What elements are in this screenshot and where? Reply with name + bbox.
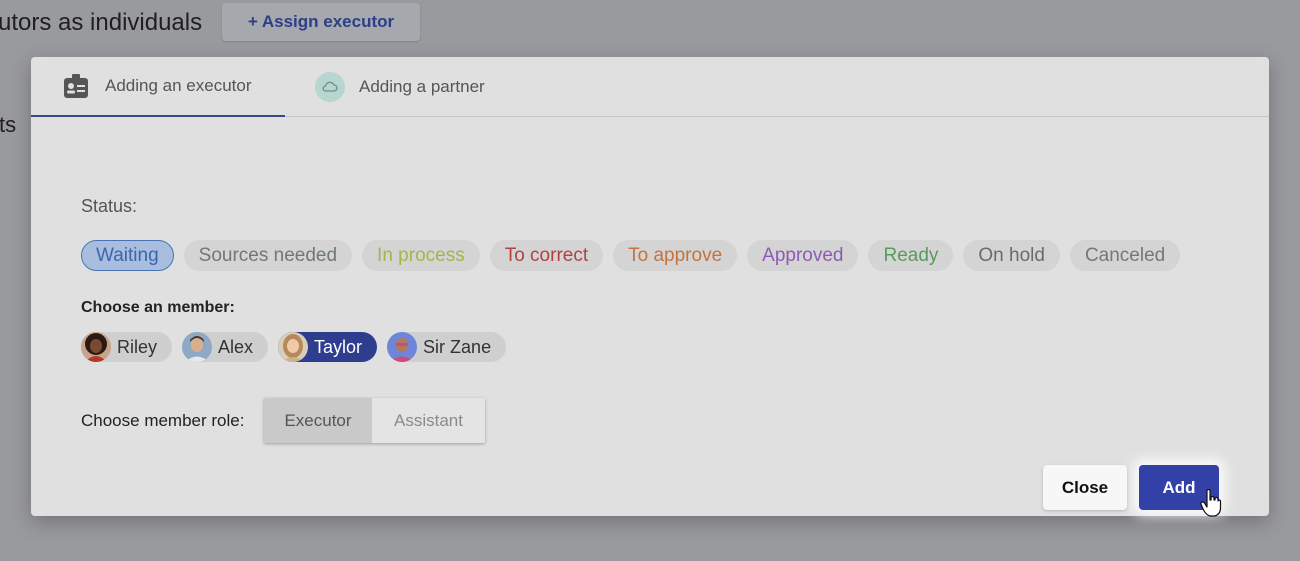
status-chip-on-hold[interactable]: On hold	[963, 240, 1060, 271]
member-chip-group: Riley Alex Taylor Sir Zane	[81, 332, 507, 362]
status-chip-in-process[interactable]: In process	[362, 240, 480, 271]
member-chip-riley[interactable]: Riley	[81, 332, 173, 362]
member-label: Choose an member:	[81, 299, 235, 316]
member-name: Taylor	[314, 336, 363, 357]
id-badge-icon	[63, 73, 89, 99]
status-chip-waiting[interactable]: Waiting	[81, 240, 174, 271]
tab-adding-executor[interactable]: Adding an executor	[31, 57, 285, 117]
hand-pointer-icon	[1200, 488, 1222, 517]
page-heading: utors as individuals	[0, 9, 203, 36]
tab-label: Adding a partner	[359, 77, 485, 96]
avatar	[278, 332, 309, 362]
modal-tabs: Adding an executor Adding a partner	[31, 57, 1269, 117]
member-name: Sir Zane	[423, 336, 492, 357]
member-chip-sir-zane[interactable]: Sir Zane	[387, 332, 507, 362]
avatar	[81, 332, 111, 362]
member-name: Alex	[218, 336, 254, 357]
avatar	[182, 332, 213, 362]
background-text-fragment: ts	[0, 112, 17, 137]
tab-label: Adding an executor	[105, 76, 252, 95]
tab-adding-partner[interactable]: Adding a partner	[315, 57, 485, 117]
status-chip-approved[interactable]: Approved	[747, 240, 859, 271]
member-name: Riley	[117, 336, 158, 357]
status-chip-canceled[interactable]: Canceled	[1069, 240, 1181, 271]
status-chip-to-correct[interactable]: To correct	[489, 240, 604, 271]
member-chip-taylor[interactable]: Taylor	[278, 332, 378, 362]
cloud-icon	[315, 72, 345, 102]
status-chip-group: Waiting Sources needed In process To cor…	[81, 240, 1181, 271]
assign-executor-button[interactable]: + Assign executor	[222, 3, 420, 41]
role-option-assistant[interactable]: Assistant	[372, 398, 485, 443]
status-label: Status:	[81, 196, 138, 216]
member-role-toggle: Executor Assistant	[264, 398, 485, 443]
status-chip-ready[interactable]: Ready	[868, 240, 954, 271]
add-executor-modal: Adding an executor Adding a partner Stat…	[31, 57, 1269, 516]
avatar	[387, 332, 418, 362]
close-button[interactable]: Close	[1043, 465, 1127, 510]
role-label: Choose member role:	[81, 411, 245, 430]
member-chip-alex[interactable]: Alex	[182, 332, 269, 362]
status-chip-to-approve[interactable]: To approve	[613, 240, 738, 271]
status-chip-sources-needed[interactable]: Sources needed	[183, 240, 353, 271]
role-option-executor[interactable]: Executor	[264, 398, 372, 443]
